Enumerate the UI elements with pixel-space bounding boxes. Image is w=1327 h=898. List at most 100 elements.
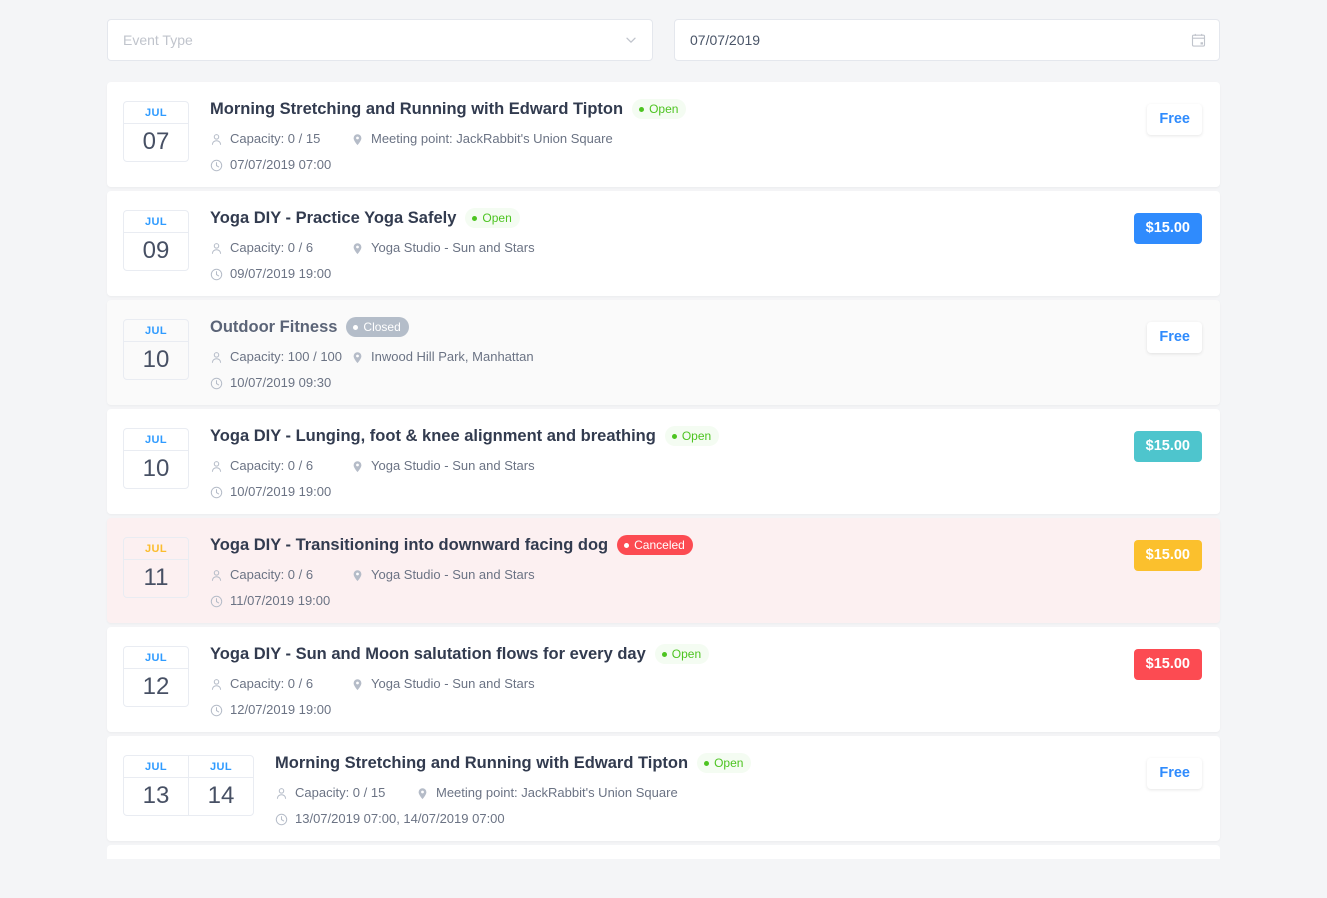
status-dot-icon [472, 216, 477, 221]
person-icon [275, 787, 288, 800]
event-person-text: Capacity: 0 / 15 [230, 131, 320, 147]
event-date-column: JUL11 [124, 538, 188, 597]
event-date-block: JUL07 [123, 101, 189, 162]
event-location-pin-item: Inwood Hill Park, Manhattan [351, 349, 534, 365]
chevron-down-icon[interactable] [624, 33, 638, 47]
event-title[interactable]: Yoga DIY - Sun and Moon salutation flows… [210, 643, 646, 665]
event-meta-row: Capacity: 0 / 6 Yoga Studio - Sun and Sta… [210, 676, 1134, 692]
event-title[interactable]: Yoga DIY - Transitioning into downward f… [210, 534, 608, 556]
event-price-badge[interactable]: $15.00 [1134, 431, 1202, 462]
event-meta-row: Capacity: 0 / 15Meeting point: JackRabbi… [210, 131, 1147, 147]
event-clock-item: 12/07/2019 19:00 [210, 702, 331, 718]
location-pin-icon [351, 133, 364, 146]
event-card[interactable]: JUL09 Yoga DIY - Practice Yoga Safely Open… [107, 191, 1220, 296]
status-label: Open [714, 756, 743, 770]
event-person-item: Capacity: 0 / 6 [210, 458, 351, 474]
event-price-badge[interactable]: $15.00 [1134, 540, 1202, 571]
clock-icon [210, 704, 223, 717]
event-person-item: Capacity: 0 / 6 [210, 567, 351, 583]
event-clock-text: 12/07/2019 19:00 [230, 702, 331, 718]
event-card[interactable]: JUL10Yoga DIY - Lunging, foot & knee ali… [107, 409, 1220, 514]
event-meta: Capacity: 100 / 100Inwood Hill Park, Man… [210, 349, 1147, 391]
event-meta-row: 07/07/2019 07:00 [210, 157, 1147, 173]
event-person-text: Capacity: 0 / 6 [230, 240, 313, 256]
event-meta-row: 12/07/2019 19:00 [210, 702, 1134, 718]
event-title-row: Outdoor Fitness Closed [210, 316, 1147, 338]
date-filter-field[interactable]: 07/07/2019 [674, 19, 1220, 61]
location-pin-icon [351, 569, 364, 582]
event-meta: Capacity: 0 / 6 Yoga Studio - Sun and Sta… [210, 676, 1134, 718]
event-body: Morning Stretching and Running with Edwa… [189, 96, 1147, 173]
status-label: Open [482, 211, 511, 225]
clock-icon [210, 486, 223, 499]
event-clock-item: 13/07/2019 07:00, 14/07/2019 07:00 [275, 811, 505, 827]
status-badge: Open [465, 208, 519, 228]
status-dot-icon [353, 325, 358, 330]
event-location-pin-text: Yoga Studio - Sun and Stars [371, 240, 535, 256]
location-pin-icon [416, 787, 429, 800]
event-meta-row: 09/07/2019 19:00 [210, 266, 1134, 282]
event-title[interactable]: Outdoor Fitness [210, 316, 337, 338]
event-location-pin-text: Yoga Studio - Sun and Stars [371, 676, 535, 692]
location-pin-icon [351, 460, 364, 473]
event-date-column: JUL07 [124, 102, 188, 161]
status-badge: Open [665, 426, 719, 446]
event-clock-text: 10/07/2019 19:00 [230, 484, 331, 500]
event-date-day: 10 [124, 342, 188, 379]
event-title[interactable]: Morning Stretching and Running with Edwa… [275, 752, 688, 774]
event-meta-row: Capacity: 0 / 6 Yoga Studio - Sun and Sta… [210, 240, 1134, 256]
event-date-block: JUL09 [123, 210, 189, 271]
person-icon [210, 133, 223, 146]
event-card[interactable]: JUL11 Yoga DIY - Transitioning into downw… [107, 518, 1220, 623]
status-badge: Open [655, 644, 709, 664]
event-person-text: Capacity: 0 / 6 [230, 567, 313, 583]
event-body: Yoga DIY - Practice Yoga Safely Open Capac… [189, 205, 1134, 282]
event-meta-row: Capacity: 100 / 100Inwood Hill Park, Man… [210, 349, 1147, 365]
event-price-wrap: Free [1147, 96, 1204, 135]
person-icon [210, 678, 223, 691]
event-price-badge[interactable]: $15.00 [1134, 213, 1202, 244]
event-price-badge[interactable]: Free [1147, 758, 1202, 789]
event-title-row: Yoga DIY - Practice Yoga Safely Open [210, 207, 1134, 229]
event-clock-item: 07/07/2019 07:00 [210, 157, 331, 173]
event-type-select[interactable]: Event Type [107, 19, 653, 61]
event-price-wrap: Free [1147, 750, 1204, 789]
event-location-pin-item: Yoga Studio - Sun and Stars [351, 240, 535, 256]
event-price-badge[interactable]: $15.00 [1134, 649, 1202, 680]
event-card[interactable]: JUL13JUL14Morning Stretching and Running… [107, 736, 1220, 841]
event-clock-text: 13/07/2019 07:00, 14/07/2019 07:00 [295, 811, 505, 827]
status-label: Open [672, 647, 701, 661]
status-label: Closed [363, 320, 400, 334]
status-dot-icon [624, 543, 629, 548]
calendar-icon[interactable] [1191, 33, 1206, 48]
event-person-item: Capacity: 0 / 6 [210, 676, 351, 692]
event-location-pin-text: Inwood Hill Park, Manhattan [371, 349, 534, 365]
event-date-month: JUL [124, 756, 188, 778]
event-location-pin-text: Meeting point: JackRabbit's Union Square [436, 785, 678, 801]
event-clock-item: 09/07/2019 19:00 [210, 266, 331, 282]
event-location-pin-item: Yoga Studio - Sun and Stars [351, 676, 535, 692]
event-meta-row: 11/07/2019 19:00 [210, 593, 1134, 609]
event-date-column: JUL14 [188, 756, 253, 815]
event-price-badge[interactable]: Free [1147, 322, 1202, 353]
event-title-row: Yoga DIY - Sun and Moon salutation flows… [210, 643, 1134, 665]
event-date-month: JUL [189, 756, 253, 778]
event-clock-text: 11/07/2019 19:00 [230, 593, 330, 609]
clock-icon [210, 377, 223, 390]
event-title[interactable]: Yoga DIY - Practice Yoga Safely [210, 207, 456, 229]
event-card[interactable]: JUL10Outdoor FitnessClosedCapacity: 100 … [107, 300, 1220, 405]
event-type-placeholder: Event Type [123, 32, 193, 48]
event-title-row: Yoga DIY - Lunging, foot & knee alignmen… [210, 425, 1134, 447]
event-meta-row: Capacity: 0 / 6Yoga Studio - Sun and Sta… [210, 458, 1134, 474]
event-title[interactable]: Yoga DIY - Lunging, foot & knee alignmen… [210, 425, 656, 447]
event-date-month: JUL [124, 538, 188, 560]
event-price-badge[interactable]: Free [1147, 104, 1202, 135]
event-price-wrap: $15.00 [1134, 423, 1204, 462]
event-location-pin-text: Yoga Studio - Sun and Stars [371, 567, 535, 583]
event-list-page: Event Type 07/07/2019 JUL07 Morning Stret… [0, 0, 1327, 898]
event-title[interactable]: Morning Stretching and Running with Edwa… [210, 98, 623, 120]
event-meta-row: 10/07/2019 19:00 [210, 484, 1134, 500]
event-card[interactable]: JUL12Yoga DIY - Sun and Moon salutation … [107, 627, 1220, 732]
event-card[interactable]: JUL07 Morning Stretching and Running with… [107, 82, 1220, 187]
event-body: Yoga DIY - Transitioning into downward f… [189, 532, 1134, 609]
